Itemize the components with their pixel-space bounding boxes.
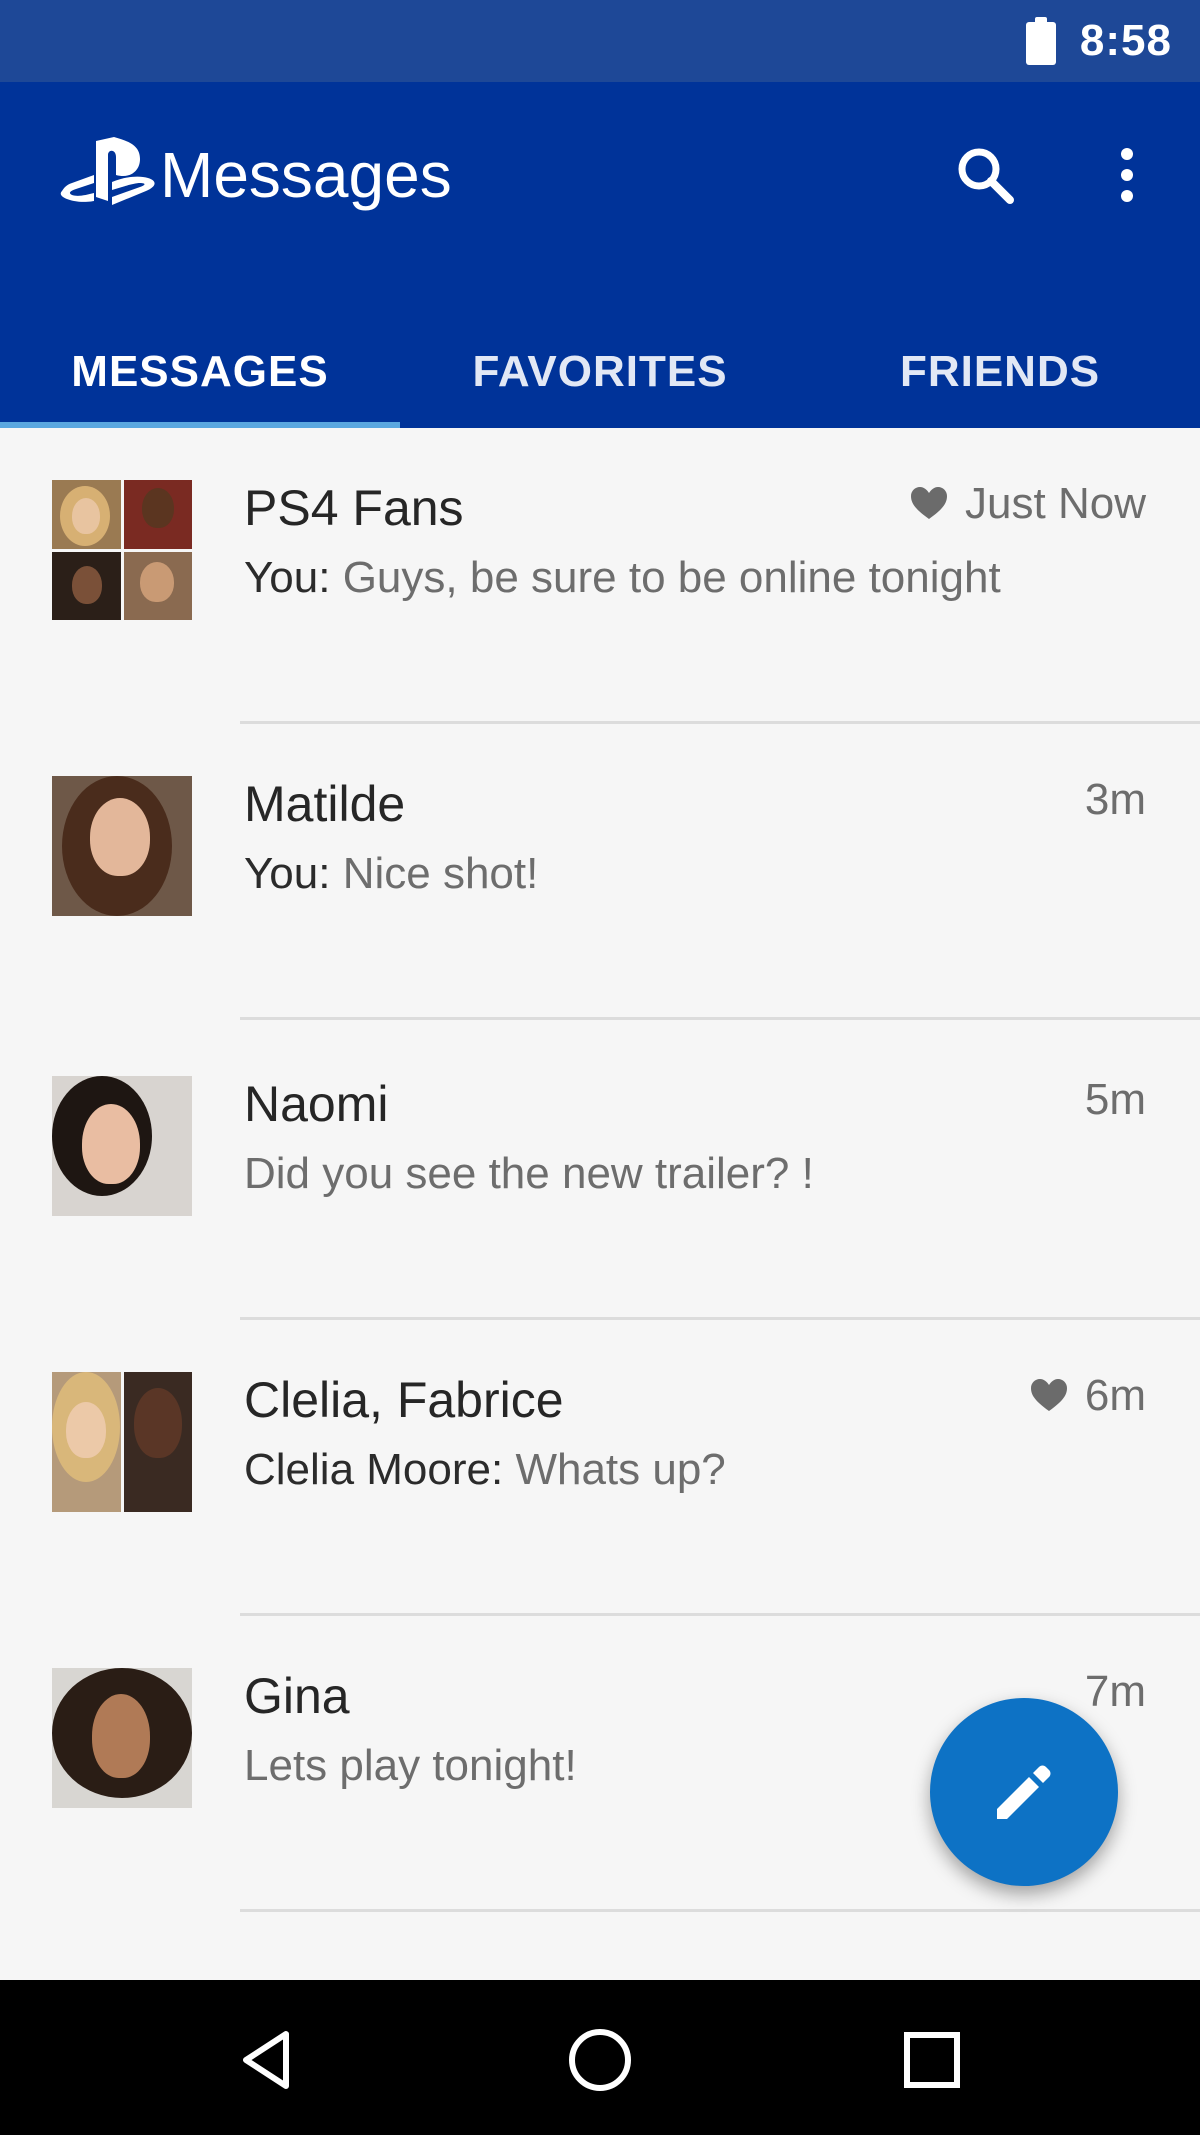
page-title: Messages — [160, 139, 452, 211]
tab-bar: MESSAGES FAVORITES FRIENDS — [0, 316, 1200, 428]
conversation-row[interactable]: Clelia, Fabrice 6m Clelia Moore: Whats u… — [0, 1320, 1200, 1616]
conversation-time: 5m — [1084, 1075, 1146, 1124]
conversation-time: 7m — [1084, 1667, 1146, 1716]
avatar — [52, 776, 192, 916]
tab-messages[interactable]: MESSAGES — [0, 316, 400, 428]
app-bar: Messages MESSAGES FAVORITES FRIENDS — [0, 82, 1200, 428]
message-preview: You: Nice shot! — [244, 849, 539, 898]
search-icon — [958, 148, 1014, 204]
search-button[interactable] — [950, 140, 1020, 210]
conversation-name: PS4 Fans — [244, 480, 464, 536]
status-time: 8:58 — [1079, 16, 1172, 65]
tab-favorites[interactable]: FAVORITES — [400, 316, 800, 428]
avatar — [52, 1372, 192, 1512]
system-nav-bar — [0, 1980, 1200, 2135]
message-preview: Lets play tonight! — [244, 1741, 577, 1790]
heart-icon — [911, 487, 948, 519]
divider — [240, 1909, 1200, 1912]
recents-button[interactable] — [882, 2010, 982, 2110]
overflow-menu-icon[interactable] — [1092, 140, 1162, 210]
conversation-name: Clelia, Fabrice — [244, 1372, 564, 1428]
message-preview: Clelia Moore: Whats up? — [244, 1445, 726, 1494]
avatar — [52, 1076, 192, 1216]
heart-icon — [1030, 1379, 1067, 1411]
divider — [240, 1017, 1200, 1020]
conversation-row[interactable]: Matilde 3m You: Nice shot! — [0, 724, 1200, 1020]
home-icon — [569, 2029, 631, 2091]
conversation-time: 3m — [1084, 775, 1146, 824]
back-icon — [243, 2031, 289, 2089]
conversation-row[interactable]: PS4 Fans Just Now You: Guys, be sure to … — [0, 428, 1200, 724]
home-button[interactable] — [550, 2010, 650, 2110]
avatar — [52, 1668, 192, 1808]
status-bar: 8:58 — [0, 0, 1200, 82]
conversation-row[interactable]: Naomi 5m Did you see the new trailer? ! — [0, 1024, 1200, 1320]
tab-friends[interactable]: FRIENDS — [800, 316, 1200, 428]
avatar — [52, 480, 192, 620]
conversation-time: 6m — [1030, 1368, 1146, 1424]
conversation-time: Just Now — [911, 476, 1146, 532]
conversation-name: Naomi — [244, 1076, 389, 1132]
pencil-icon — [997, 1765, 1051, 1819]
playstation-logo-icon — [60, 137, 155, 205]
message-preview: You: Guys, be sure to be online tonight — [244, 553, 1001, 602]
message-preview: Did you see the new trailer? ! — [244, 1149, 814, 1198]
back-button[interactable] — [218, 2010, 318, 2110]
battery-icon — [1025, 17, 1056, 65]
conversation-name: Gina — [244, 1668, 350, 1724]
recents-icon — [904, 2032, 960, 2088]
compose-button[interactable] — [930, 1698, 1118, 1886]
conversation-name: Matilde — [244, 776, 406, 832]
